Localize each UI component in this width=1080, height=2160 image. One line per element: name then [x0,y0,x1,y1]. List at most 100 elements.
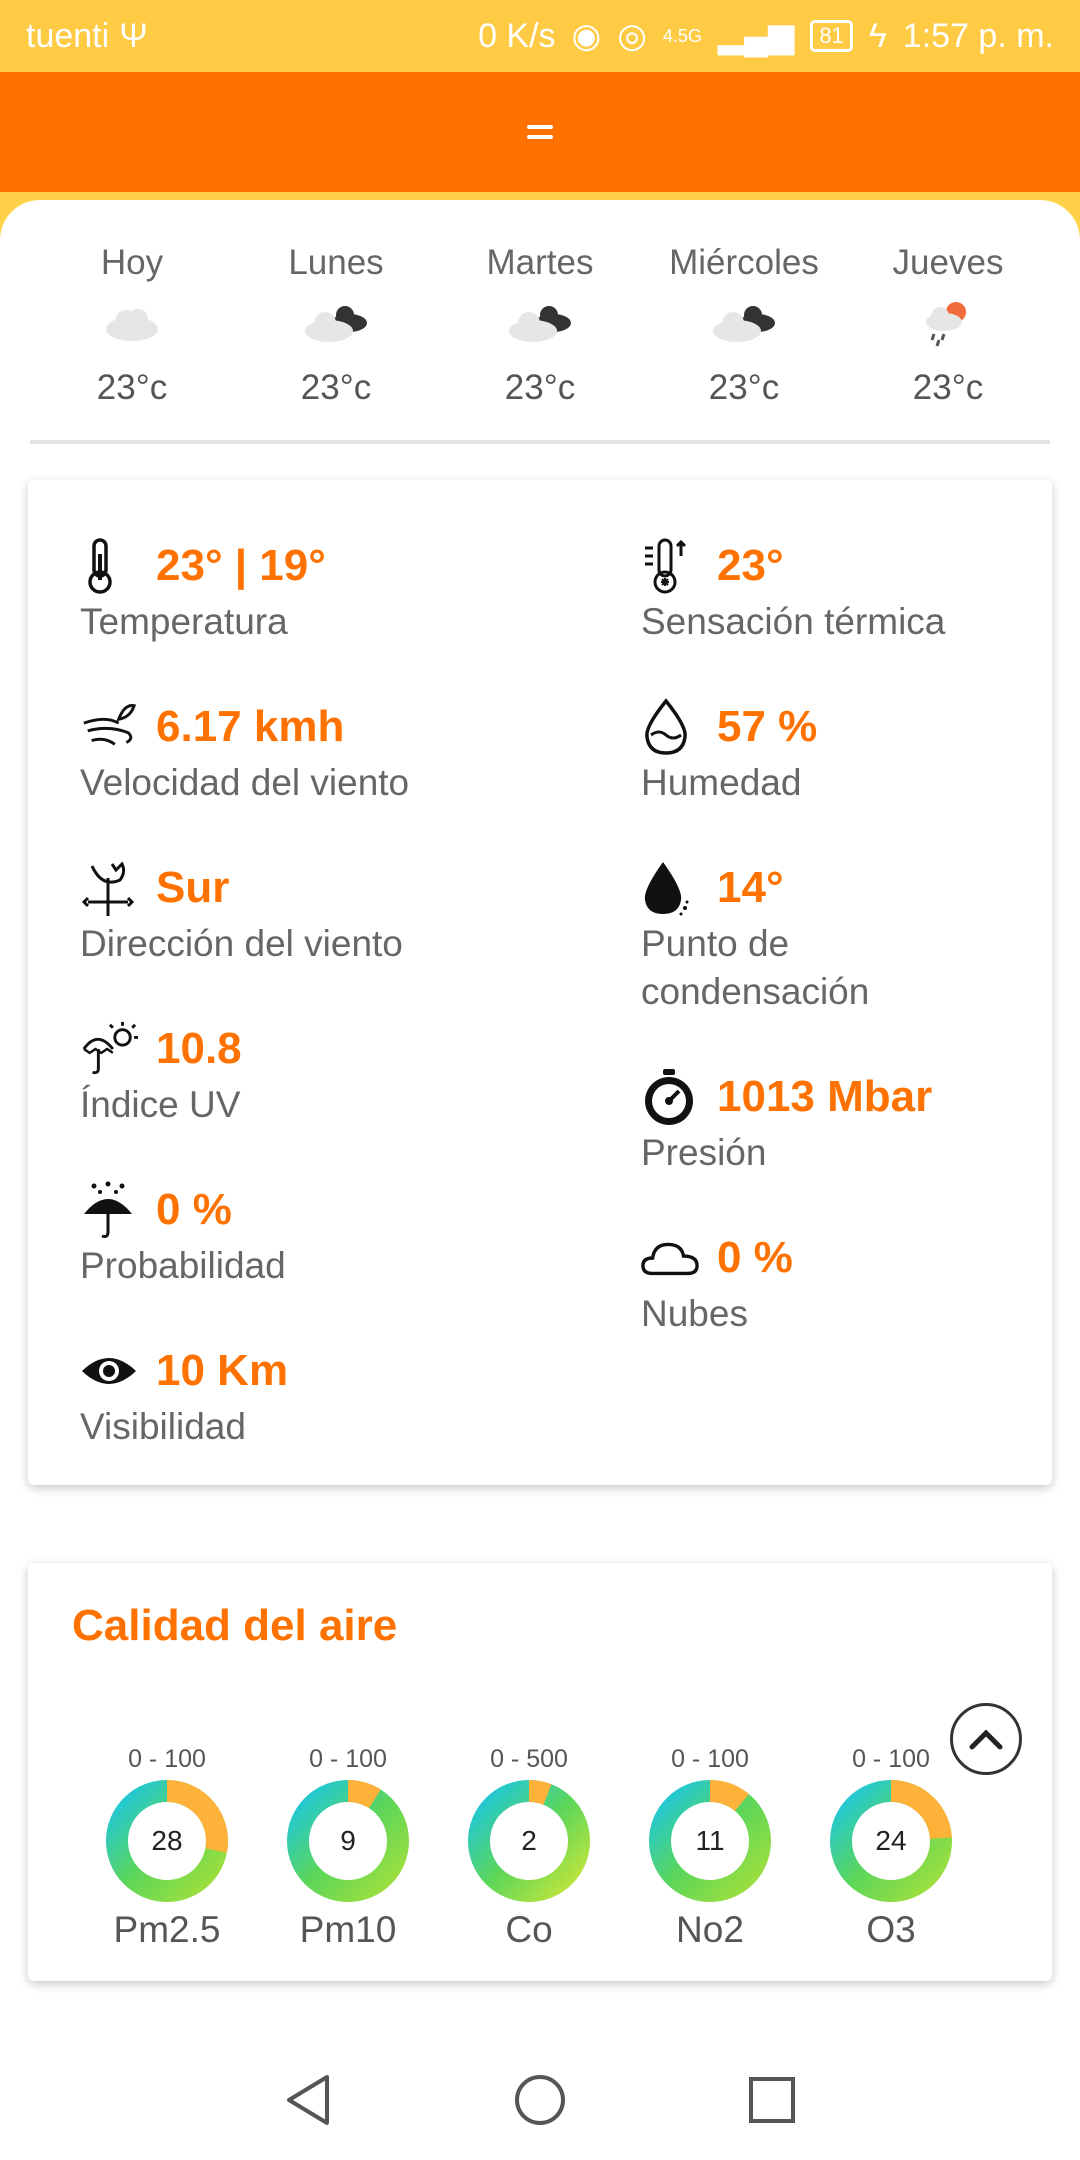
pressure-label: Presión [641,1132,767,1173]
eye-comfort-icon: ◎ [617,17,647,55]
humidity-value: 57 % [717,702,818,751]
forecast-day[interactable]: Lunes 23°c [234,238,438,440]
gauge-name: No2 [676,1909,744,1950]
visibility-value: 10 Km [156,1346,289,1395]
day-temp: 23°c [912,368,984,407]
air-quality-gauges: 0 - 100 28 Pm2.5 0 - 100 9 Pm10 0 - 500 … [92,1743,1012,1963]
home-icon[interactable] [513,2073,567,2127]
day-name: Miércoles [669,243,819,282]
metric-dew-point: 14° Punto de condensación [641,858,1080,1016]
metric-pressure: 1013 Mbar Presión [641,1067,1080,1177]
gauge-ring: 2 [467,1779,591,1903]
day-name: Hoy [100,243,164,282]
eye-icon [80,1342,138,1400]
humidity-label: Humedad [641,762,802,803]
air-quality-card: Calidad del aire 0 - 100 28 Pm2.5 0 - 10… [28,1563,1052,1981]
gauge-value: 28 [151,1825,183,1856]
gauge-value: 9 [340,1825,356,1856]
day-temp: 23°c [504,368,576,407]
signal-icon: ▂▄▆ [717,17,795,55]
forecast-strip[interactable]: Hoy 23°c Lunes 23°c Martes 23°c Miércole… [30,238,1050,444]
recents-icon[interactable] [747,2075,797,2125]
clouds-label: Nubes [641,1293,748,1334]
back-icon[interactable] [283,2073,333,2127]
day-name: Lunes [288,243,384,282]
gauge-range: 0 - 100 [852,1745,930,1773]
humidity-drop-icon [641,698,699,756]
thermometer-icon [80,537,138,595]
wind-speed-label: Velocidad del viento [80,762,410,803]
metric-uv-index: 10.8 Índice UV [80,1019,540,1129]
temperature-label: Temperatura [80,601,288,642]
gauge-name: O3 [866,1909,916,1950]
feels-like-thermometer-icon [641,537,699,595]
metric-feels-like: 23° Sensación térmica [641,536,1080,646]
weathervane-icon [80,859,138,917]
pressure-gauge-icon [641,1068,699,1126]
wind-speed-value: 6.17 kmh [156,702,345,751]
feels-like-value: 23° [717,541,784,590]
gauge-pm10: 0 - 100 9 Pm10 [273,1743,423,1951]
dew-point-label-line2: condensación [641,971,870,1012]
gauge-name: Pm10 [299,1909,397,1950]
gauge-range: 0 - 100 [309,1745,387,1773]
gauge-value: 11 [695,1825,725,1856]
forecast-day[interactable]: Hoy 23°c [30,238,234,440]
status-bar: tuenti Ψ 0 K/s ◉ ◎ 4.5G ▂▄▆ 81 ϟ 1:57 p.… [0,0,1080,72]
rain-umbrella-icon [80,1181,138,1239]
carrier-name: tuenti [26,16,110,55]
charging-icon: ϟ [868,16,887,55]
forecast-day[interactable]: Jueves 23°c [846,238,1050,440]
menu-icon [527,125,553,129]
cloudy-icon [301,288,371,358]
cloud-icon [102,288,162,358]
gauge-ring: 24 [829,1779,953,1903]
dew-point-label: Punto de condensación [641,920,1080,1016]
gauge-co: 0 - 500 2 Co [454,1743,604,1951]
wind-direction-value: Sur [156,863,230,912]
forecast-day[interactable]: Martes 23°c [438,238,642,440]
temperature-value: 23° | 19° [156,541,326,590]
probability-value: 0 % [156,1185,232,1234]
dew-point-label-line1: Punto de [641,923,790,964]
gauge-o3: 0 - 100 24 O3 [816,1743,966,1951]
uv-index-label: Índice UV [80,1084,241,1125]
day-temp: 23°c [300,368,372,407]
air-quality-title: Calidad del aire [72,1601,398,1650]
gauge-range: 0 - 500 [490,1745,568,1773]
gauge-name: Co [505,1909,553,1950]
gauge-value: 24 [875,1825,907,1856]
cloud-outline-icon [641,1229,699,1287]
day-temp: 23°c [96,368,168,407]
battery-icon: 81 [810,20,853,52]
metric-humidity: 57 % Humedad [641,697,1080,807]
day-temp: 23°c [708,368,780,407]
usb-icon: Ψ [119,16,148,55]
gauge-ring: 11 [648,1779,772,1903]
network-type: 4.5G [662,25,702,46]
day-name: Martes [486,243,594,282]
uv-index-value: 10.8 [156,1024,242,1073]
metric-clouds: 0 % Nubes [641,1228,1080,1338]
wind-direction-label: Dirección del viento [80,923,403,964]
hotspot-icon: ◉ [571,17,602,55]
uv-umbrella-icon [80,1020,138,1078]
gauge-pm25: 0 - 100 28 Pm2.5 [92,1743,242,1951]
day-name: Jueves [892,243,1004,282]
metric-wind-direction: Sur Dirección del viento [80,858,540,968]
gauge-range: 0 - 100 [671,1745,749,1773]
menu-button[interactable] [510,102,570,162]
forecast-day[interactable]: Miércoles 23°c [642,238,846,440]
feels-like-label: Sensación térmica [641,601,946,642]
metric-probability: 0 % Probabilidad [80,1180,540,1290]
weather-details-card: 23° | 19° Temperatura 6.17 kmh Velocidad… [28,480,1052,1485]
network-speed: 0 K/s [478,16,556,55]
metric-wind-speed: 6.17 kmh Velocidad del viento [80,697,540,807]
gauge-value: 2 [521,1825,537,1856]
pressure-value: 1013 Mbar [717,1072,933,1121]
clouds-value: 0 % [717,1233,793,1282]
visibility-label: Visibilidad [80,1406,246,1447]
probability-label: Probabilidad [80,1245,286,1286]
gauge-no2: 0 - 100 11 No2 [635,1743,785,1951]
system-nav-bar [0,2040,1080,2160]
